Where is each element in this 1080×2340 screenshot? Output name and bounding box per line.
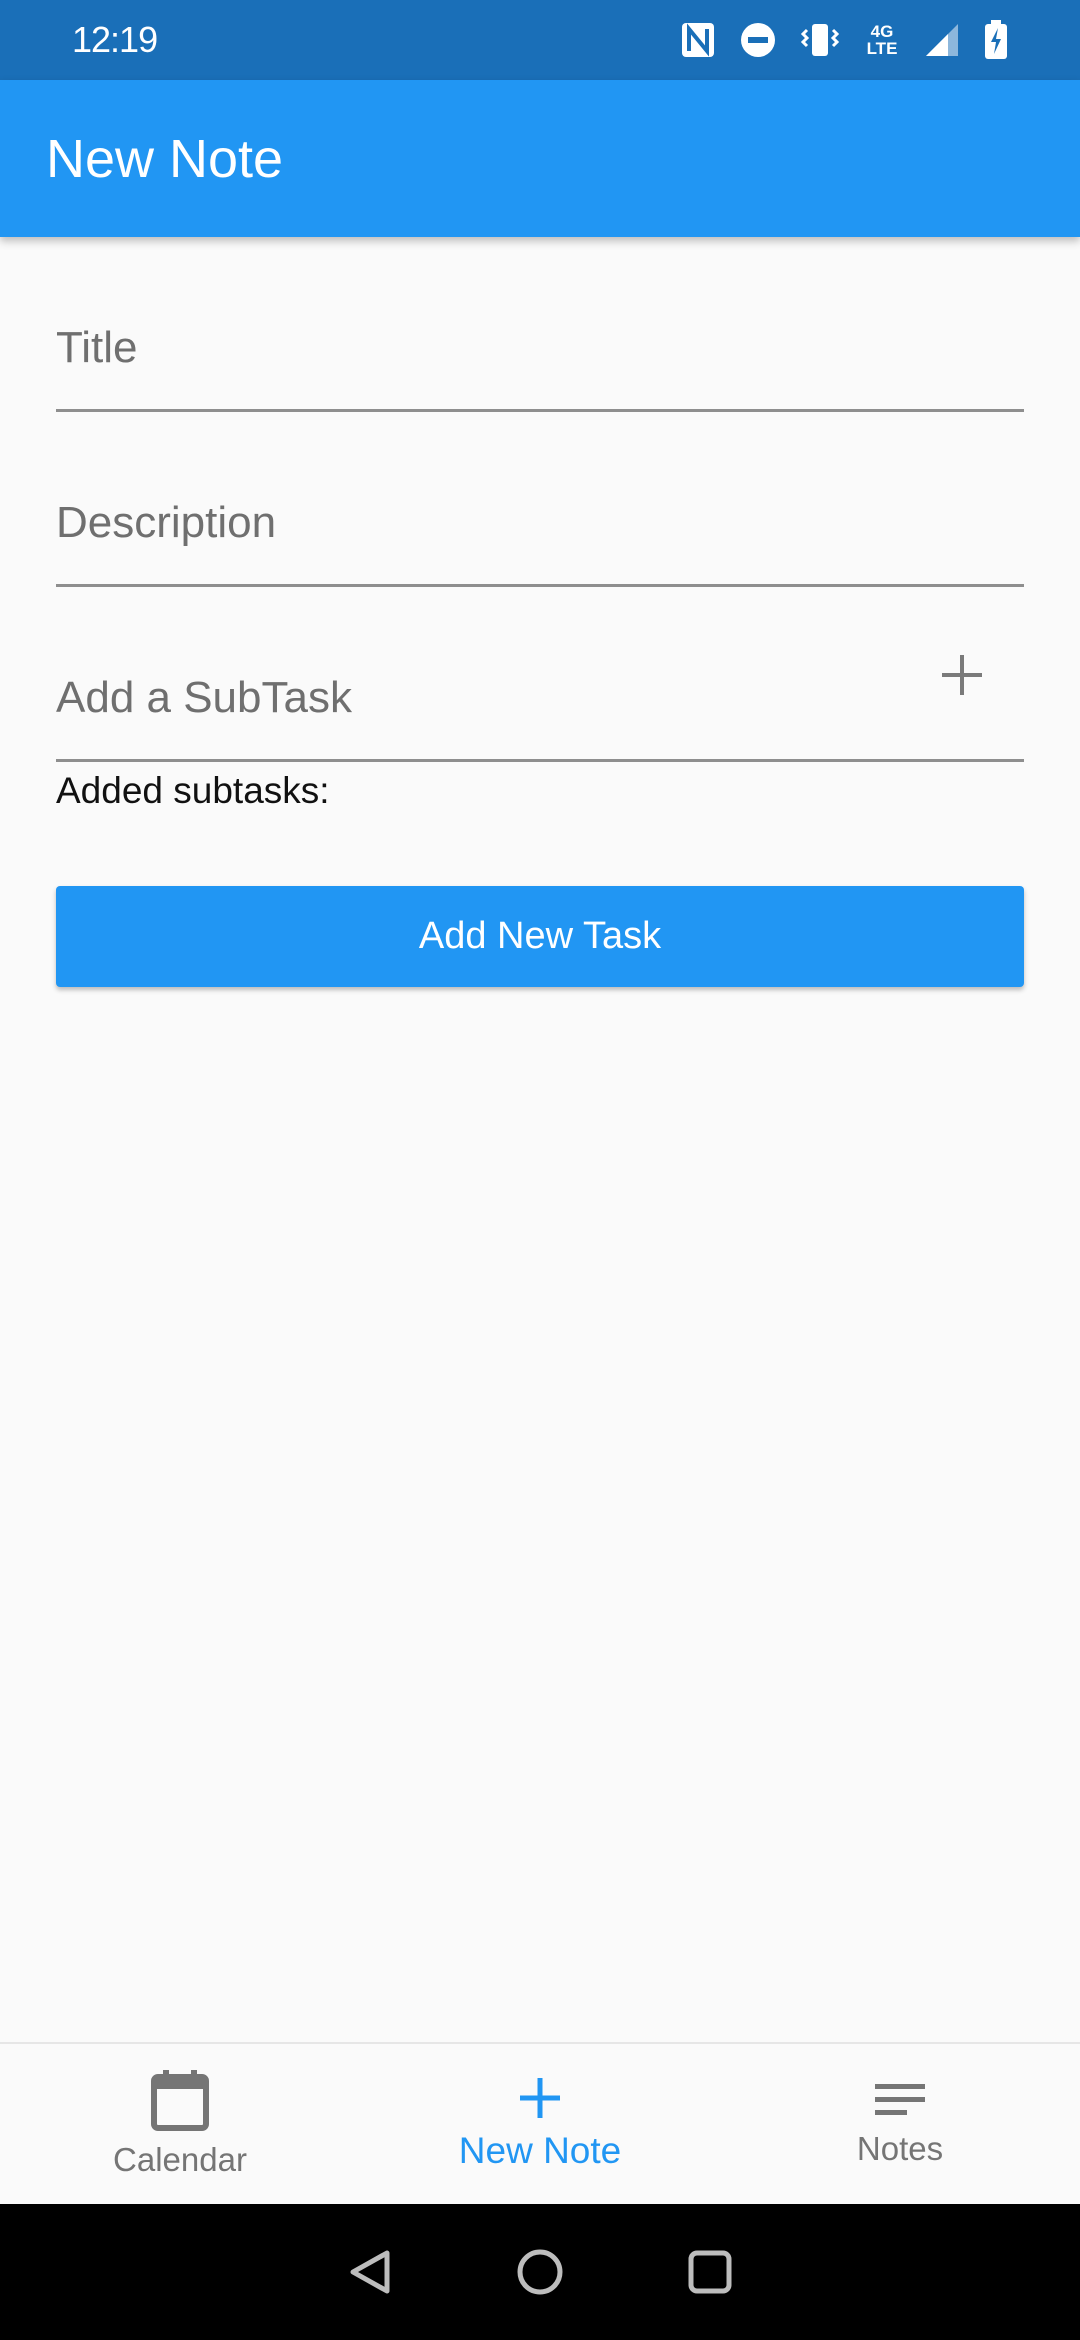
- nfc-icon: [682, 23, 714, 57]
- back-icon[interactable]: [345, 2247, 395, 2297]
- status-icons: 4G LTE: [680, 20, 1008, 60]
- status-time: 12:19: [72, 19, 158, 60]
- do-not-disturb-icon: [741, 23, 775, 57]
- nav-item-notes[interactable]: Notes: [720, 2044, 1080, 2204]
- plus-icon: [520, 2078, 560, 2118]
- bottom-navigation: Calendar New Note Notes: [0, 2042, 1080, 2204]
- app-bar: New Note: [0, 80, 1080, 237]
- nav-item-new-note[interactable]: New Note: [360, 2044, 720, 2204]
- subtask-input[interactable]: [56, 673, 879, 723]
- add-new-task-button[interactable]: Add New Task: [56, 886, 1024, 987]
- subtask-field-container: [56, 587, 1024, 762]
- vibrate-icon: [800, 24, 840, 56]
- signal-icon: [926, 24, 958, 56]
- new-note-form: Added subtasks: Add New Task: [56, 237, 1024, 987]
- nav-item-calendar[interactable]: Calendar: [0, 2044, 360, 2204]
- title-input[interactable]: [56, 323, 1024, 373]
- notes-list-icon: [875, 2084, 925, 2115]
- title-field-container: [56, 237, 1024, 412]
- status-bar: 12:19 4G LTE: [0, 0, 1080, 80]
- network-4g-lte-icon: 4G LTE: [866, 22, 898, 58]
- page-title: New Note: [46, 128, 284, 189]
- nav-label-new-note: New Note: [458, 2130, 622, 2171]
- system-navigation-bar: [0, 2204, 1080, 2340]
- added-subtasks-label: Added subtasks:: [56, 770, 330, 811]
- add-subtask-plus-icon[interactable]: [940, 653, 984, 697]
- nav-label-notes: Notes: [856, 2130, 944, 2167]
- description-field-container: [56, 412, 1024, 587]
- home-icon[interactable]: [515, 2247, 565, 2297]
- nav-label-calendar: Calendar: [113, 2141, 247, 2178]
- calendar-icon: [151, 2070, 209, 2131]
- recents-icon[interactable]: [685, 2247, 735, 2297]
- description-input[interactable]: [56, 498, 1024, 548]
- battery-charging-icon: [985, 20, 1007, 59]
